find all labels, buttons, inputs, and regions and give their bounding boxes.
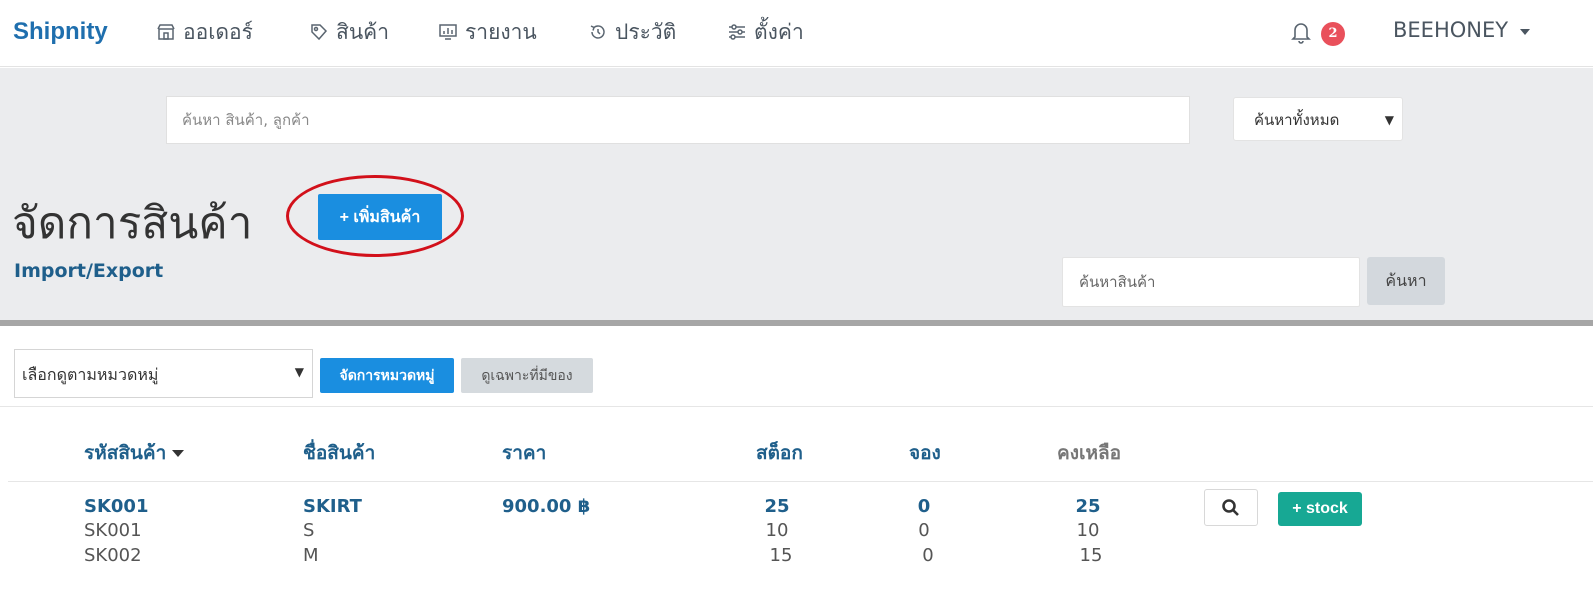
tag-icon	[311, 24, 328, 41]
column-header-sku[interactable]: รหัสสินค้า	[84, 438, 185, 468]
nav-item-label: รายงาน	[465, 19, 537, 44]
store-icon	[157, 24, 175, 40]
nav-item-reports[interactable]: รายงาน	[438, 16, 537, 48]
product-search-input[interactable]: ค้นหาสินค้า	[1062, 257, 1360, 307]
manage-categories-button[interactable]: จัดการหมวดหมู่	[320, 358, 454, 393]
column-header-label: รหัสสินค้า	[84, 442, 167, 464]
user-name: BEEHONEY	[1393, 18, 1509, 42]
notifications-button[interactable]	[1290, 20, 1314, 44]
column-header-remaining: คงเหลือ	[1057, 442, 1122, 464]
product-reserved: 0	[917, 496, 931, 517]
variant-sku: SK002	[84, 545, 142, 566]
brand-logo[interactable]: Shipnity	[13, 18, 108, 46]
search-scope-value: ค้นหาทั้งหมด	[1254, 111, 1340, 129]
variant-sku: SK001	[84, 520, 142, 541]
variant-remaining: 10	[1076, 520, 1100, 541]
import-export-link[interactable]: Import/Export	[14, 260, 163, 282]
search-scope-select[interactable]: ค้นหาทั้งหมด ▼	[1233, 97, 1403, 141]
divider	[8, 481, 1593, 482]
chevron-down-icon	[1520, 29, 1531, 35]
variant-remaining: 15	[1079, 545, 1103, 566]
category-filter-select[interactable]: เลือกดูตามหมวดหมู่ ▼	[14, 349, 313, 398]
column-header-price[interactable]: ราคา	[502, 438, 546, 468]
column-header-name[interactable]: ชื่อสินค้า	[303, 438, 375, 468]
nav-item-history[interactable]: ประวัติ	[588, 16, 676, 48]
variant-name: S	[303, 520, 315, 541]
in-stock-filter-button[interactable]: ดูเฉพาะที่มีของ	[461, 358, 593, 393]
divider	[0, 406, 1593, 407]
view-product-button[interactable]	[1204, 489, 1258, 526]
nav-item-label: ออเดอร์	[183, 19, 253, 44]
product-search-button[interactable]: ค้นหา	[1367, 257, 1445, 305]
history-icon	[590, 25, 605, 39]
column-header-reserved[interactable]: จอง	[909, 438, 941, 468]
nav-item-label: สินค้า	[336, 19, 390, 44]
product-name[interactable]: SKIRT	[303, 496, 362, 517]
bell-icon	[1291, 23, 1311, 44]
nav-item-orders[interactable]: ออเดอร์	[156, 16, 253, 48]
page-title: จัดการสินค้า	[12, 198, 253, 249]
user-menu[interactable]: BEEHONEY	[1393, 18, 1531, 42]
top-navbar: Shipnity ออเดอร์ สินค้า รายงาน ประวัติ ต…	[0, 0, 1593, 67]
sort-desc-icon	[172, 450, 185, 457]
notification-badge: 2	[1321, 22, 1345, 46]
dropdown-arrow-icon: ▼	[294, 365, 304, 379]
category-filter-value: เลือกดูตามหมวดหมู่	[22, 365, 159, 384]
nav-item-label: ประวัติ	[615, 19, 677, 44]
product-remaining: 25	[1075, 496, 1101, 517]
column-header-stock[interactable]: สต็อก	[756, 438, 803, 468]
product-price: 900.00 ฿	[502, 496, 591, 517]
nav-item-label: ตั้งค่า	[754, 19, 804, 44]
variant-name: M	[303, 545, 319, 566]
variant-reserved: 0	[922, 545, 934, 566]
header-panel: ค้นหา สินค้า, ลูกค้า ค้นหาทั้งหมด ▼ จัดก…	[0, 68, 1593, 326]
nav-item-settings[interactable]: ตั้งค่า	[727, 16, 804, 48]
dropdown-arrow-icon: ▼	[1384, 113, 1394, 127]
add-product-button[interactable]: + เพิ่มสินค้า	[318, 194, 442, 240]
product-stock: 25	[764, 496, 790, 517]
global-search-input[interactable]: ค้นหา สินค้า, ลูกค้า	[166, 96, 1190, 144]
add-stock-button[interactable]: + stock	[1278, 492, 1362, 526]
variant-stock: 10	[765, 520, 789, 541]
search-icon	[1222, 498, 1239, 516]
product-sku[interactable]: SK001	[84, 496, 149, 517]
chart-icon	[439, 24, 457, 40]
nav-item-products[interactable]: สินค้า	[309, 16, 389, 48]
variant-stock: 15	[769, 545, 793, 566]
variant-reserved: 0	[918, 520, 930, 541]
sliders-icon	[729, 24, 745, 40]
